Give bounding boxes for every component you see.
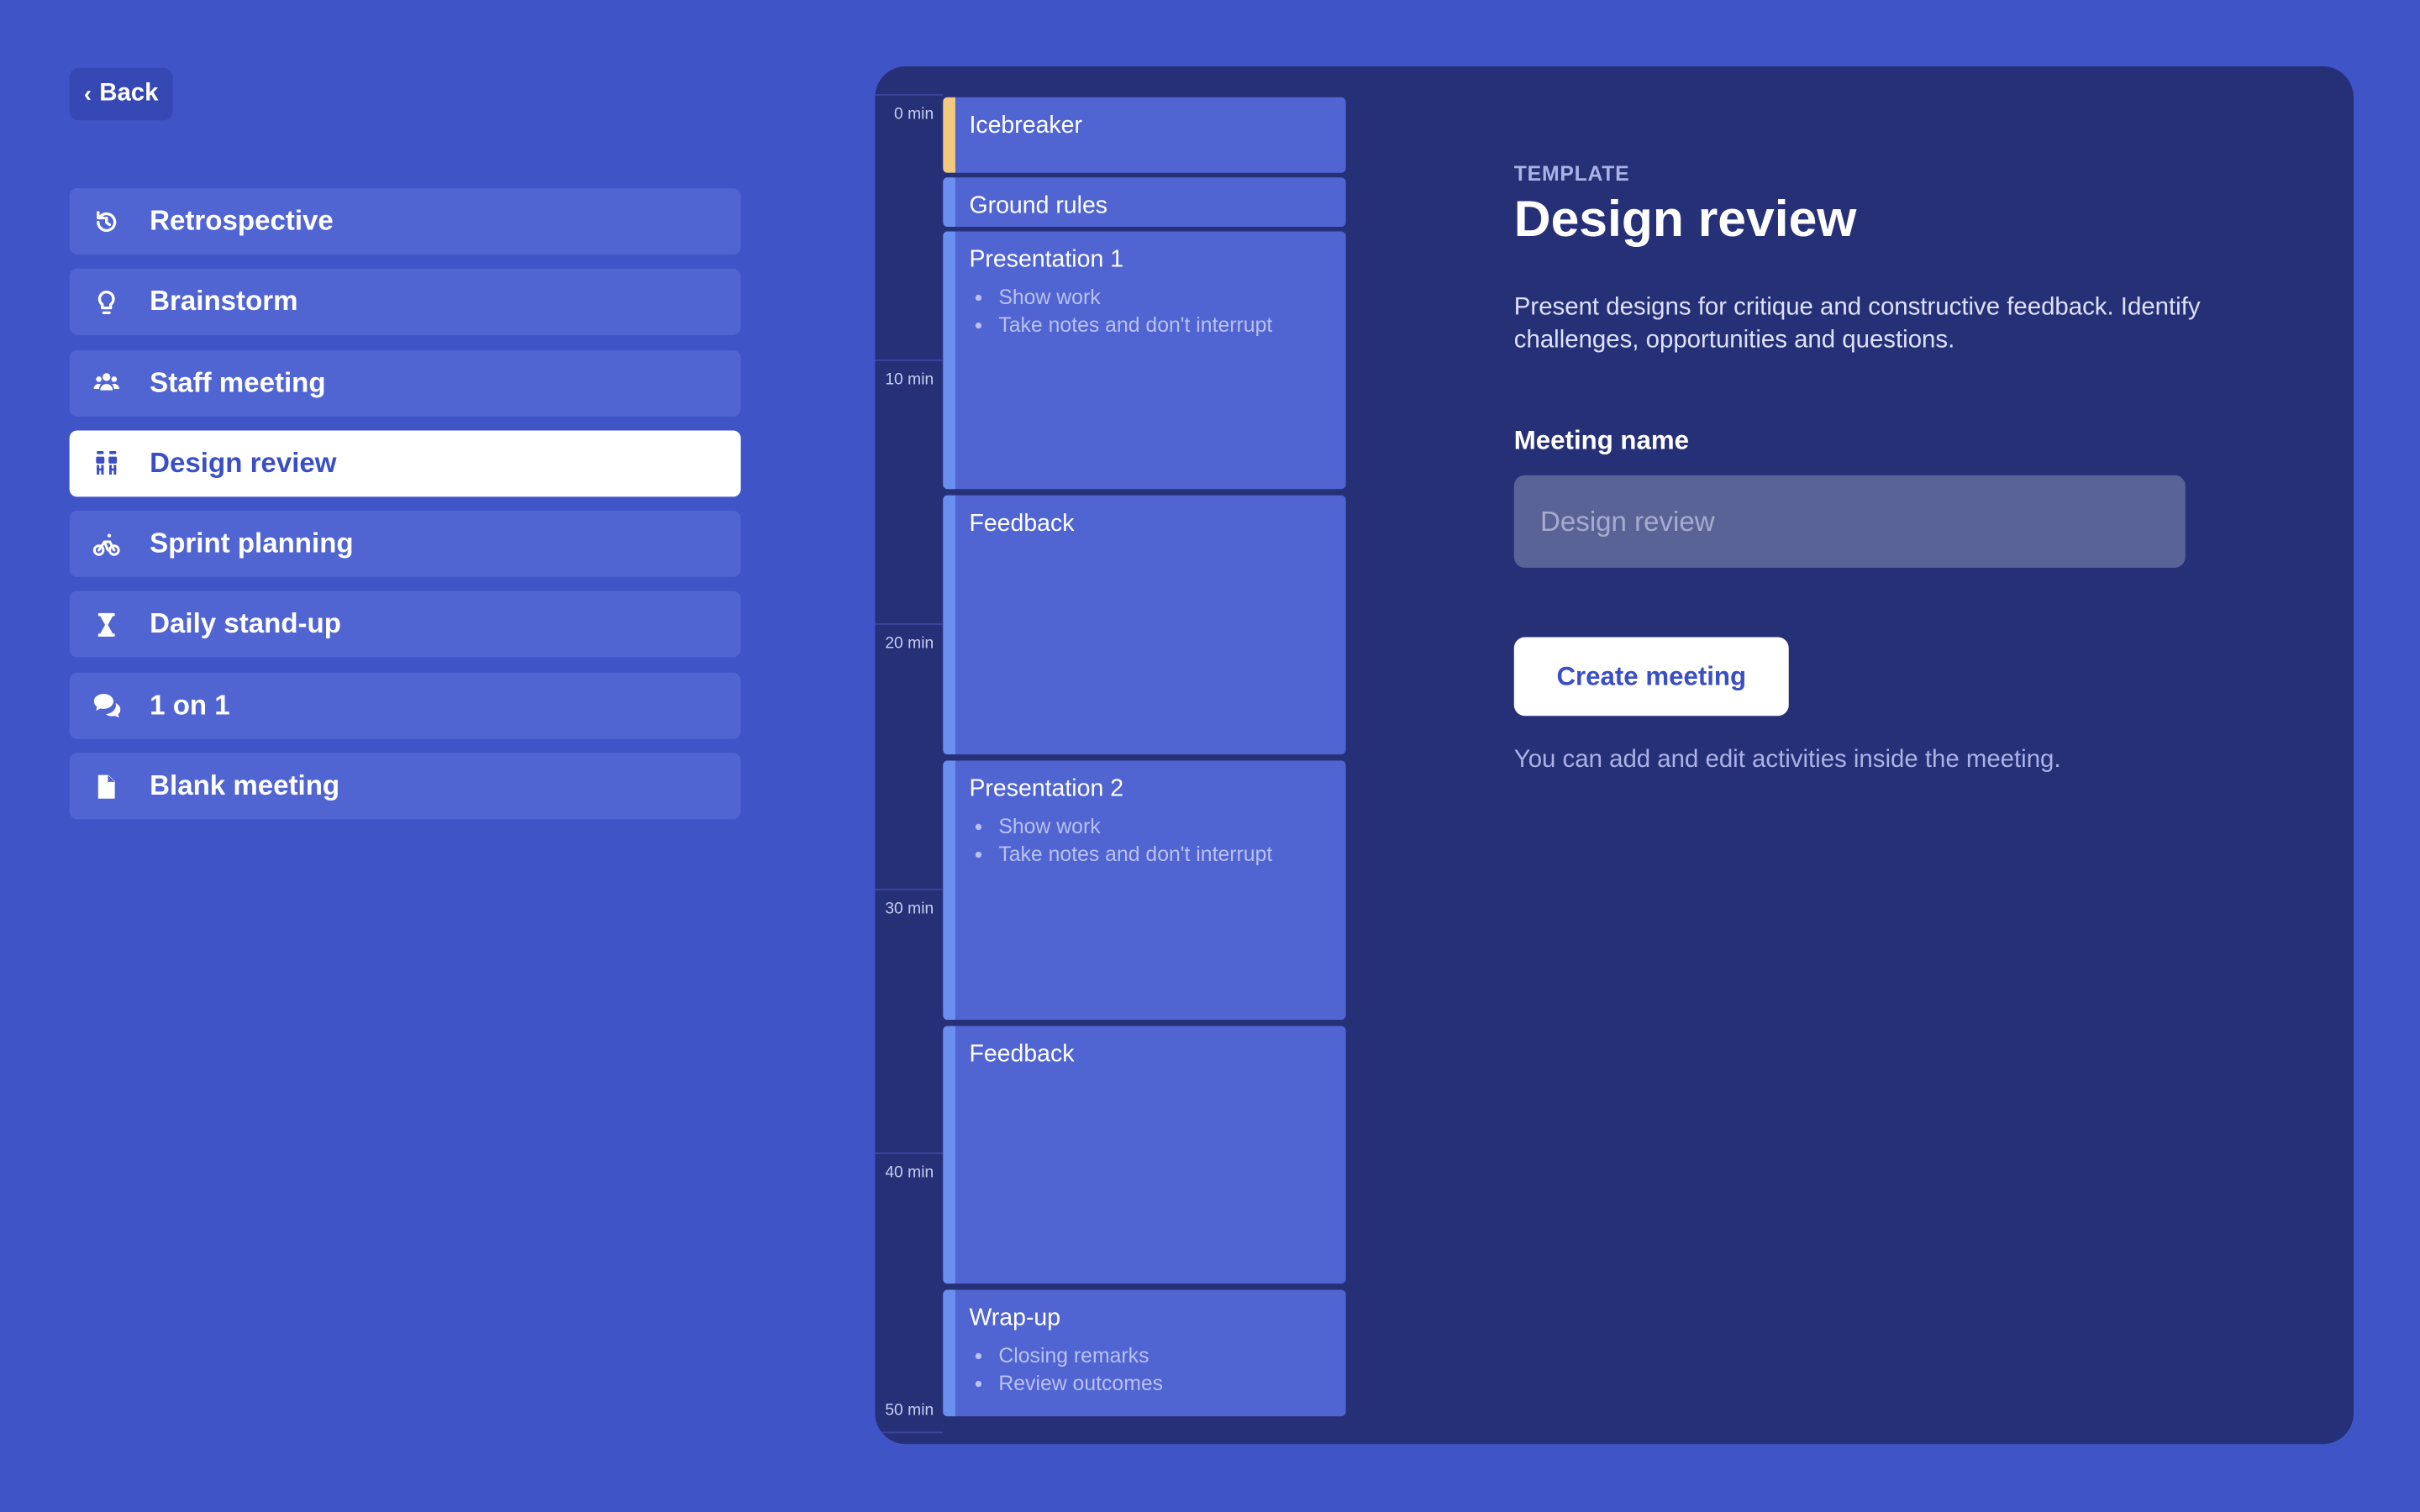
template-item-label: Brainstorm bbox=[150, 286, 298, 318]
activity-presentation-2[interactable]: Presentation 2 Show work Take notes and … bbox=[943, 760, 1346, 1021]
template-item-1-on-1[interactable]: 1 on 1 bbox=[69, 672, 741, 739]
bicycle-icon bbox=[91, 528, 122, 559]
template-item-label: 1 on 1 bbox=[150, 689, 230, 721]
template-preview-panel: 0 min 10 min 20 min 30 min 40 min 50 min… bbox=[875, 66, 2354, 1445]
meeting-name-input[interactable] bbox=[1513, 475, 2186, 568]
chevron-left-icon: ‹ bbox=[83, 81, 92, 108]
chat-bubbles-icon bbox=[91, 690, 122, 722]
activity-bullet: Review outcomes bbox=[998, 1369, 1327, 1396]
timeline-tick bbox=[875, 1431, 944, 1434]
timeline-tick bbox=[875, 888, 944, 890]
activity-presentation-1[interactable]: Presentation 1 Show work Take notes and … bbox=[943, 231, 1346, 490]
activity-bullets: Closing remarks Review outcomes bbox=[969, 1342, 1327, 1396]
activity-ground-rules[interactable]: Ground rules bbox=[943, 177, 1346, 227]
timeline-tick bbox=[875, 94, 944, 96]
timeline-tick bbox=[875, 359, 944, 361]
template-item-label: Staff meeting bbox=[150, 366, 326, 398]
timeline-tick bbox=[875, 1152, 944, 1154]
history-icon bbox=[91, 206, 122, 237]
template-item-sprint-planning[interactable]: Sprint planning bbox=[69, 511, 741, 578]
template-item-blank-meeting[interactable]: Blank meeting bbox=[69, 753, 741, 820]
users-icon bbox=[91, 367, 122, 398]
timeline-label: 20 min bbox=[885, 633, 934, 653]
template-item-brainstorm[interactable]: Brainstorm bbox=[69, 269, 741, 336]
easel-icon bbox=[91, 448, 122, 479]
activity-title: Presentation 2 bbox=[969, 775, 1124, 803]
activity-title: Icebreaker bbox=[969, 113, 1082, 139]
activity-icebreaker[interactable]: Icebreaker bbox=[943, 97, 1346, 173]
template-item-label: Design review bbox=[150, 447, 337, 479]
timeline-label: 0 min bbox=[894, 104, 934, 123]
timeline-label: 10 min bbox=[885, 370, 934, 389]
activity-bullets: Show work Take notes and don't interrupt bbox=[969, 813, 1327, 867]
template-item-label: Daily stand-up bbox=[150, 608, 341, 640]
activity-bullet: Take notes and don't interrupt bbox=[998, 311, 1327, 338]
activity-title: Wrap-up bbox=[969, 1305, 1061, 1332]
back-button[interactable]: ‹ Back bbox=[69, 67, 173, 121]
template-item-staff-meeting[interactable]: Staff meeting bbox=[69, 349, 741, 417]
template-title: Design review bbox=[1513, 189, 1857, 247]
timeline-label: 50 min bbox=[885, 1400, 934, 1420]
activity-title: Feedback bbox=[969, 510, 1075, 538]
activity-bullet: Show work bbox=[998, 284, 1327, 311]
hourglass-icon bbox=[91, 609, 122, 640]
timeline: 0 min 10 min 20 min 30 min 40 min 50 min bbox=[875, 66, 944, 1444]
activity-bullet: Closing remarks bbox=[998, 1342, 1327, 1369]
back-button-label: Back bbox=[99, 80, 159, 107]
template-eyebrow: TEMPLATE bbox=[1513, 161, 1630, 186]
timeline-label: 30 min bbox=[885, 899, 934, 918]
document-icon bbox=[91, 771, 122, 802]
template-item-daily-stand-up[interactable]: Daily stand-up bbox=[69, 591, 741, 659]
activity-bullets: Show work Take notes and don't interrupt bbox=[969, 284, 1327, 338]
template-item-retrospective[interactable]: Retrospective bbox=[69, 188, 741, 255]
activity-feedback-1[interactable]: Feedback bbox=[943, 495, 1346, 755]
lightbulb-icon bbox=[91, 286, 122, 318]
activity-title: Ground rules bbox=[969, 192, 1108, 219]
activity-bullet: Take notes and don't interrupt bbox=[998, 840, 1327, 867]
create-hint: You can add and edit activities inside t… bbox=[1513, 746, 2061, 774]
meeting-name-label: Meeting name bbox=[1513, 425, 1690, 455]
timeline-label: 40 min bbox=[885, 1163, 934, 1182]
activity-title: Presentation 1 bbox=[969, 246, 1124, 274]
timeline-tick bbox=[875, 623, 944, 625]
activity-feedback-2[interactable]: Feedback bbox=[943, 1026, 1346, 1284]
template-description: Present designs for critique and constru… bbox=[1513, 294, 2201, 354]
template-item-label: Retrospective bbox=[150, 205, 334, 237]
activity-wrap-up[interactable]: Wrap-up Closing remarks Review outcomes bbox=[943, 1289, 1346, 1417]
template-list: Retrospective Brainstorm Staff meeting D… bbox=[69, 188, 741, 833]
template-item-label: Blank meeting bbox=[150, 769, 340, 801]
activity-bullet: Show work bbox=[998, 813, 1327, 840]
create-meeting-button[interactable]: Create meeting bbox=[1513, 637, 1789, 717]
template-item-label: Sprint planning bbox=[150, 528, 354, 559]
activity-title: Feedback bbox=[969, 1041, 1075, 1068]
template-item-design-review[interactable]: Design review bbox=[69, 430, 741, 497]
